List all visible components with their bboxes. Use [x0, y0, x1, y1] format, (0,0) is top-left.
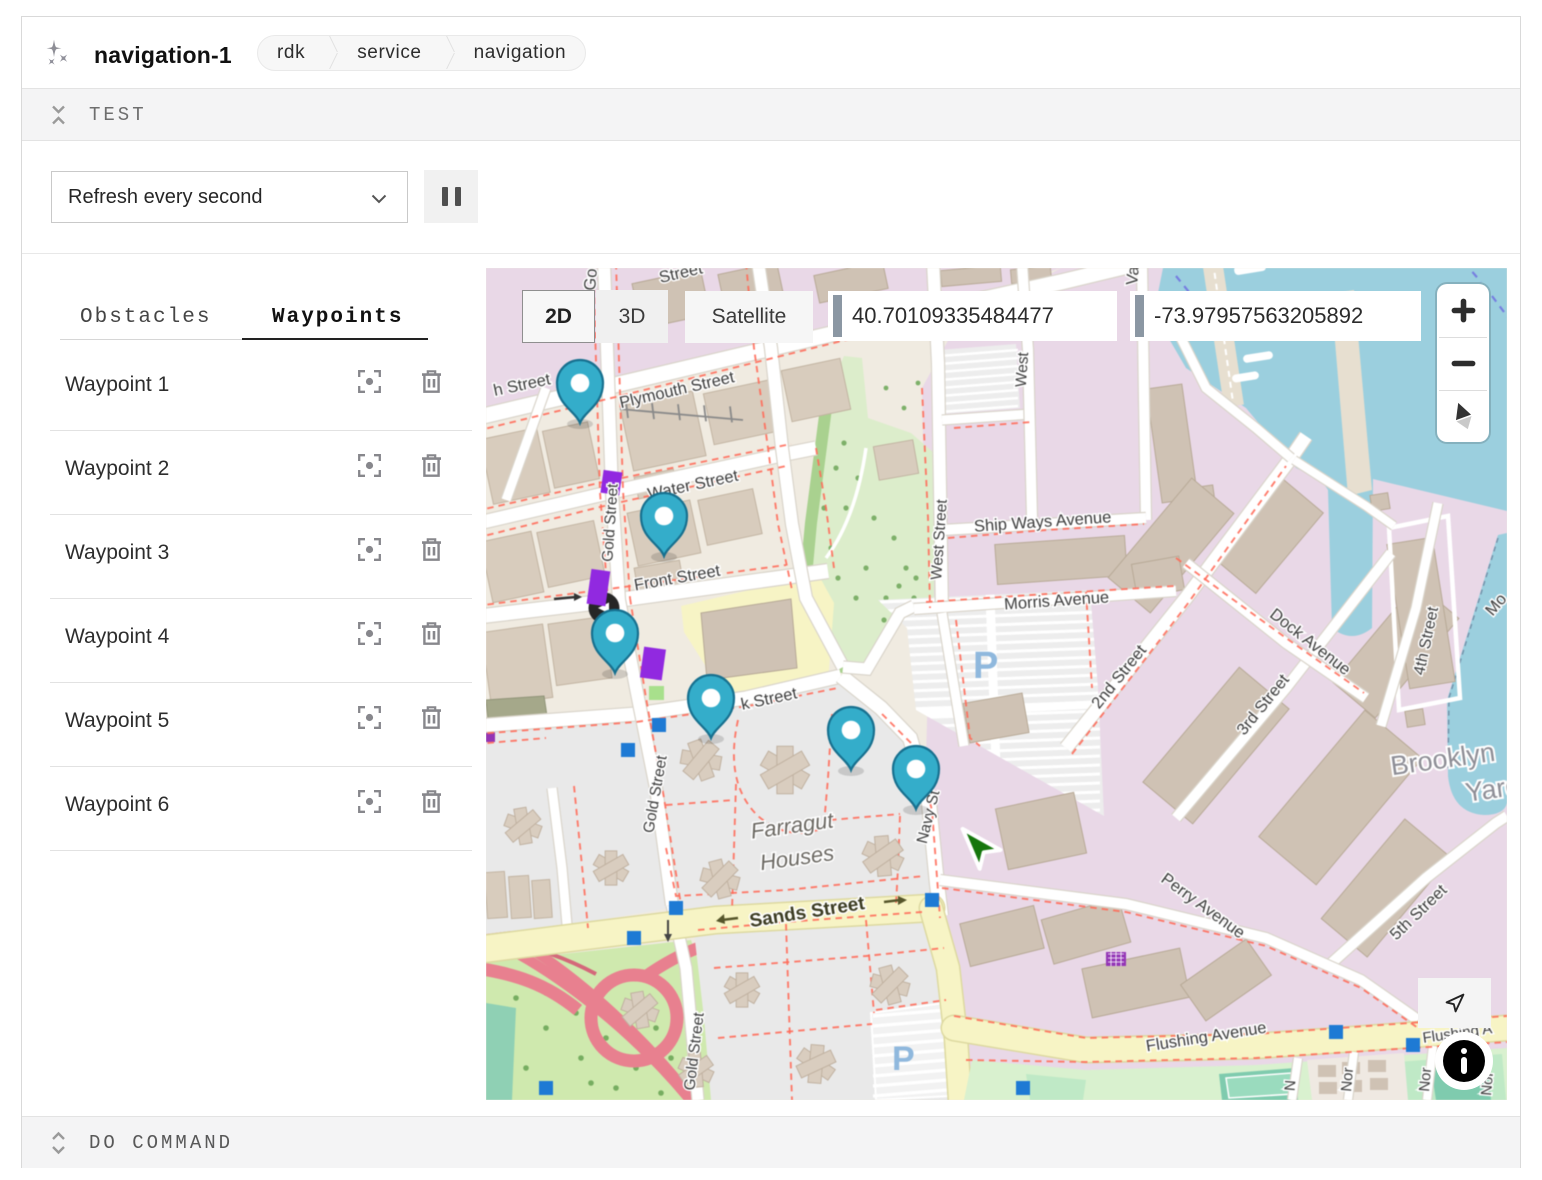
svg-text:Go: Go [581, 268, 601, 291]
svg-text:Nor: Nor [1416, 1067, 1435, 1093]
svg-text:Nor: Nor [1338, 1067, 1357, 1093]
svg-text:N: N [1282, 1079, 1300, 1091]
svg-text:Va: Va [1123, 268, 1143, 286]
svg-text:West: West [1013, 351, 1032, 388]
svg-text:P: P [973, 645, 998, 687]
svg-text:P: P [892, 1040, 915, 1078]
